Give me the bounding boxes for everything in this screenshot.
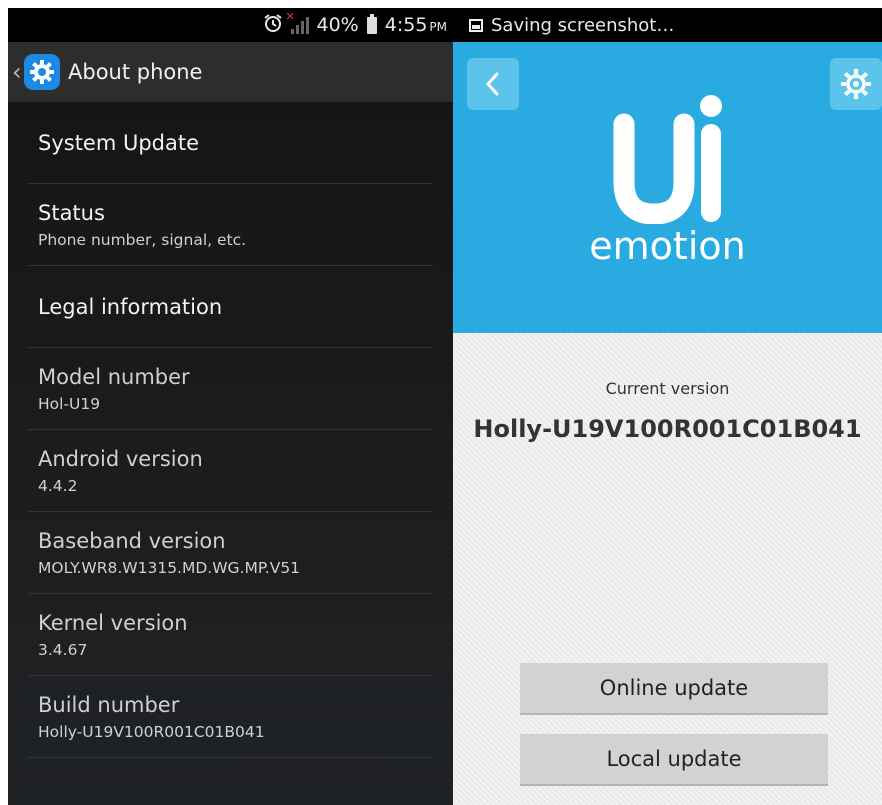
status-bar-right: Saving screenshot… — [453, 8, 882, 42]
clock-time: 4:55 — [384, 14, 428, 36]
battery-percent: 40% — [316, 14, 359, 36]
list-item-kernel-version: Kernel version 3.4.67 — [28, 594, 433, 676]
status-bar: ✕ 40% 4:55 PM Saving screenshot… — [8, 8, 882, 42]
ui-logo — [613, 95, 722, 225]
hero-banner: emotion — [453, 42, 882, 333]
logo-text: emotion — [589, 224, 746, 268]
item-subtitle: Hol-U19 — [38, 394, 101, 413]
signal-icon: ✕ — [286, 10, 309, 34]
item-subtitle: 3.4.67 — [38, 640, 88, 659]
item-subtitle: Holly-U19V100R001C01B041 — [38, 722, 265, 741]
clock-ampm: PM — [429, 20, 447, 34]
settings-app-icon[interactable] — [24, 54, 60, 90]
local-update-button[interactable]: Local update — [520, 734, 828, 786]
screen: ✕ 40% 4:55 PM Saving screenshot… ‹ About … — [0, 0, 882, 805]
page-title: About phone — [68, 60, 203, 84]
back-chevron-icon[interactable]: ‹ — [12, 58, 24, 86]
system-update-panel: emotion Current version Holly-U19V100R00… — [453, 42, 882, 805]
item-title: Status — [38, 200, 105, 225]
list-item-model-number: Model number Hol-U19 — [28, 348, 433, 430]
item-title: Kernel version — [38, 610, 188, 635]
item-title: System Update — [38, 130, 200, 155]
battery-icon — [366, 13, 377, 34]
list-item-system-update[interactable]: System Update — [28, 102, 433, 184]
item-subtitle: MOLY.WR8.W1315.MD.WG.MP.V51 — [38, 558, 301, 577]
emotion-logo: emotion — [453, 94, 882, 268]
item-title: Model number — [38, 364, 190, 389]
current-version-value: Holly-U19V100R001C01B041 — [473, 415, 862, 443]
about-phone-panel: ‹ About phone System Update Status Phone… — [8, 42, 453, 805]
item-title: Build number — [38, 692, 180, 717]
action-bar[interactable]: ‹ About phone — [8, 42, 453, 102]
list-item-status[interactable]: Status Phone number, signal, etc. — [28, 184, 433, 266]
notification-text: Saving screenshot… — [491, 14, 675, 36]
status-bar-left: ✕ 40% 4:55 PM — [8, 8, 453, 42]
list-item-baseband-version: Baseband version MOLY.WR8.W1315.MD.WG.MP… — [28, 512, 433, 594]
image-icon — [469, 18, 483, 32]
list-item-legal-information[interactable]: Legal information — [28, 266, 433, 348]
item-title: Android version — [38, 446, 203, 471]
about-list: System Update Status Phone number, signa… — [8, 102, 453, 758]
item-subtitle: 4.4.2 — [38, 476, 78, 495]
alarm-icon — [263, 13, 283, 38]
list-item-android-version[interactable]: Android version 4.4.2 — [28, 430, 433, 512]
current-version-label: Current version — [605, 379, 730, 398]
version-section: Current version Holly-U19V100R001C01B041… — [453, 333, 882, 805]
item-title: Legal information — [38, 294, 223, 319]
online-update-button[interactable]: Online update — [520, 663, 828, 715]
clock: 4:55 PM — [385, 14, 447, 36]
list-item-build-number[interactable]: Build number Holly-U19V100R001C01B041 — [28, 676, 433, 758]
item-subtitle: Phone number, signal, etc. — [38, 230, 247, 249]
item-title: Baseband version — [38, 528, 226, 553]
